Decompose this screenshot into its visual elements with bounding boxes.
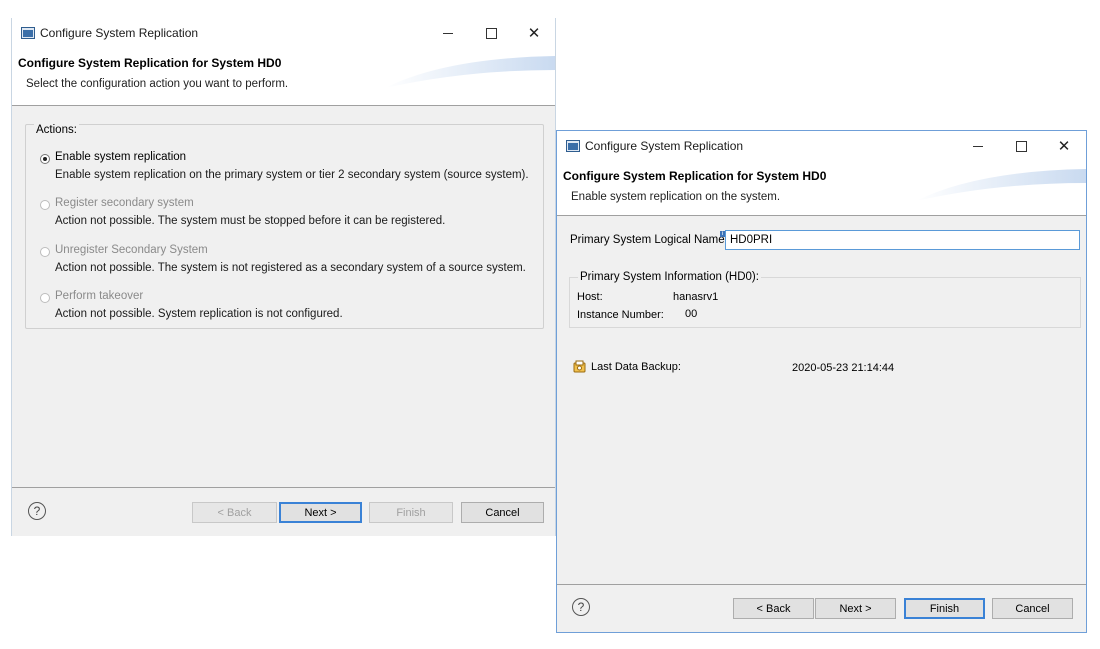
info-group-title: Primary System Information (HD0): <box>578 271 761 283</box>
help-icon[interactable]: ? <box>28 502 46 520</box>
banner-decoration <box>916 169 1086 201</box>
radio-perform-takeover <box>40 293 50 303</box>
wizard-banner: Configure System Replication for System … <box>12 48 555 106</box>
radio-register-secondary <box>40 200 50 210</box>
minimize-icon[interactable] <box>958 135 998 157</box>
page-title: Configure System Replication for System … <box>18 56 282 70</box>
wizard-banner: Configure System Replication for System … <box>557 161 1086 216</box>
option-description: Action not possible. System replication … <box>55 308 343 320</box>
instance-number-value: 00 <box>685 308 698 320</box>
actions-label: Actions: <box>34 124 79 136</box>
app-window-icon <box>21 27 35 39</box>
back-button[interactable]: < Back <box>192 502 277 523</box>
configure-replication-dialog-actions: Configure System Replication ✕ Configure… <box>11 18 556 536</box>
instance-number-label: Instance Number: <box>577 309 664 321</box>
finish-button[interactable]: Finish <box>904 598 985 619</box>
next-button[interactable]: Next > <box>815 598 896 619</box>
backup-icon <box>573 360 586 373</box>
finish-button[interactable]: Finish <box>369 502 453 523</box>
page-description: Select the configuration action you want… <box>26 78 289 90</box>
option-label: Unregister Secondary System <box>55 244 208 256</box>
host-value: hanasrv1 <box>673 291 719 303</box>
close-icon[interactable]: ✕ <box>514 22 554 44</box>
logical-name-label: Primary System Logical Name: <box>570 234 728 246</box>
page-title: Configure System Replication for System … <box>563 169 827 183</box>
radio-unregister-secondary <box>40 247 50 257</box>
app-window-icon <box>566 140 580 152</box>
option-description: Enable system replication on the primary… <box>55 169 529 181</box>
maximize-icon[interactable] <box>471 22 511 44</box>
footer-divider <box>12 487 555 488</box>
cancel-button[interactable]: Cancel <box>461 502 544 523</box>
option-description: Action not possible. The system must be … <box>55 215 446 227</box>
primary-system-info-group: Primary System Information (HD0): Host: … <box>569 271 1081 328</box>
title-bar: Configure System Replication ✕ <box>12 18 555 48</box>
configure-replication-dialog-enable: Configure System Replication ✕ Configure… <box>556 130 1087 633</box>
option-label: Perform takeover <box>55 290 144 302</box>
help-icon[interactable]: ? <box>572 598 590 616</box>
last-backup-label: Last Data Backup: <box>591 361 681 373</box>
maximize-icon[interactable] <box>1001 135 1041 157</box>
radio-enable-replication[interactable] <box>40 154 50 164</box>
last-backup-value: 2020-05-23 21:14:44 <box>792 362 895 374</box>
option-description: Action not possible. The system is not r… <box>55 262 526 274</box>
cancel-button[interactable]: Cancel <box>992 598 1073 619</box>
logical-name-input[interactable] <box>725 230 1080 250</box>
banner-decoration <box>385 56 555 88</box>
close-icon[interactable]: ✕ <box>1044 135 1084 157</box>
host-label: Host: <box>577 291 603 303</box>
option-label: Register secondary system <box>55 197 194 209</box>
next-button[interactable]: Next > <box>279 502 362 523</box>
page-description: Enable system replication on the system. <box>571 191 781 203</box>
back-button[interactable]: < Back <box>733 598 814 619</box>
minimize-icon[interactable] <box>428 22 468 44</box>
window-title: Configure System Replication <box>40 26 199 40</box>
option-label: Enable system replication <box>55 151 187 163</box>
footer-divider <box>557 584 1086 585</box>
title-bar: Configure System Replication ✕ <box>557 131 1086 161</box>
window-title: Configure System Replication <box>585 139 744 153</box>
